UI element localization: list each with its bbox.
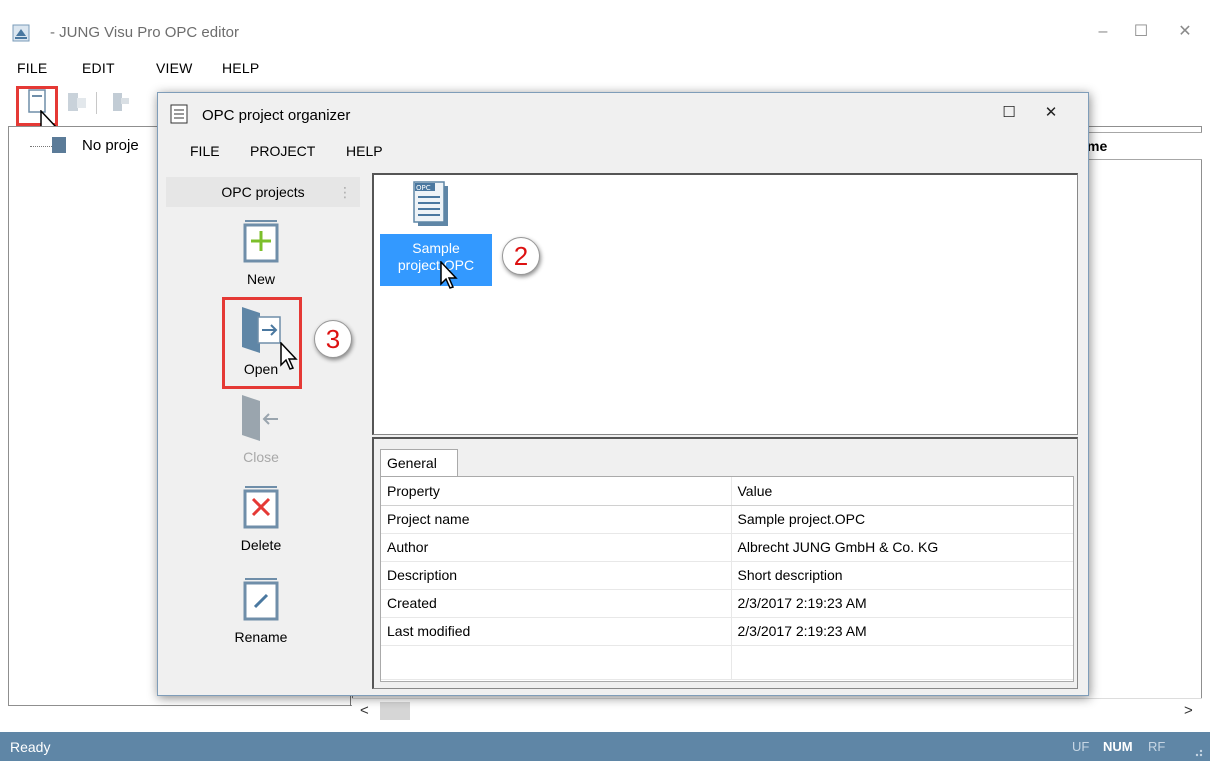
rename-icon (243, 578, 279, 621)
menu-view[interactable]: VIEW (156, 55, 193, 81)
close-label: Close (243, 449, 279, 465)
property-cell: Created (381, 589, 732, 618)
status-num-indicator: NUM (1103, 739, 1133, 754)
rename-label: Rename (234, 629, 288, 645)
resize-grip-icon[interactable] (1190, 744, 1204, 758)
project-name-line2: project.OPC (397, 257, 475, 273)
dialog-menu-file[interactable]: FILE (190, 143, 220, 159)
menu-help[interactable]: HELP (222, 55, 259, 81)
table-row: Author Albrecht JUNG GmbH & Co. KG (381, 533, 1073, 562)
dialog-menu-help[interactable]: HELP (346, 143, 383, 159)
close-project-icon (242, 395, 278, 441)
dialog-title: OPC project organizer (202, 107, 351, 124)
new-project-button[interactable]: New (206, 217, 316, 287)
delete-project-button[interactable]: Delete (206, 483, 316, 553)
window-title: - JUNG Visu Pro OPC editor (50, 24, 239, 41)
callout-2: 2 (502, 237, 540, 275)
callout-3: 3 (314, 320, 352, 358)
menu-edit[interactable]: EDIT (82, 55, 115, 81)
new-label: New (246, 271, 275, 287)
close-project-button: Close (206, 393, 316, 465)
column-header-value[interactable]: Value (731, 477, 1073, 506)
project-organizer-dialog: OPC project organizer ☐ ✕ FILE PROJECT H… (157, 92, 1089, 696)
close-button[interactable]: ✕ (1170, 18, 1200, 46)
open-disabled-icon (68, 93, 86, 111)
property-cell: Project name (381, 505, 732, 534)
new-icon (243, 220, 279, 263)
tree-connector (30, 146, 52, 147)
properties-table: Property Value Project name Sample proje… (380, 476, 1074, 682)
opc-file-icon[interactable]: OPC (412, 180, 450, 228)
maximize-button[interactable]: ☐ (1126, 18, 1156, 46)
table-row: Created 2/3/2017 2:19:23 AM (381, 589, 1073, 618)
delete-icon (243, 486, 279, 529)
property-cell: Description (381, 561, 732, 590)
delete-label: Delete (240, 537, 282, 553)
no-project-label: No proje (82, 137, 139, 154)
opc-file-icon-label: OPC (416, 184, 431, 192)
scroll-thumb[interactable] (380, 702, 410, 720)
sidebar-header-label: OPC projects (221, 184, 305, 200)
horizontal-scrollbar[interactable]: < > (352, 698, 1202, 724)
rename-project-button[interactable]: Rename (206, 575, 316, 645)
table-row: Last modified 2/3/2017 2:19:23 AM (381, 617, 1073, 646)
status-rf-indicator: RF (1148, 739, 1166, 754)
mouse-cursor-icon (280, 342, 298, 370)
title-bar: - JUNG Visu Pro OPC editor – ☐ ✕ (0, 0, 1210, 62)
property-cell: Last modified (381, 617, 732, 646)
scroll-right-arrow-icon[interactable]: > (1184, 702, 1193, 719)
status-uf-indicator: UF (1072, 739, 1090, 754)
column-header-name[interactable]: me (1080, 132, 1202, 160)
tab-general[interactable]: General (380, 449, 458, 477)
value-cell: Sample project.OPC (731, 505, 1073, 534)
menu-file[interactable]: FILE (17, 55, 47, 81)
table-header-row: Property Value (381, 477, 1073, 506)
dialog-maximize-button[interactable]: ☐ (994, 99, 1024, 127)
project-name-line1: Sample (412, 240, 460, 256)
status-bar: Ready UF NUM RF (0, 732, 1210, 761)
grip-icon: ⋮ (338, 184, 352, 200)
project-list-pane: OPC Sample project.OPC 2 (372, 173, 1078, 435)
value-cell: 2/3/2017 2:19:23 AM (731, 589, 1073, 618)
close-project-disabled-icon (113, 93, 129, 111)
project-item-sample[interactable]: Sample project.OPC (380, 234, 492, 286)
app-icon (12, 24, 30, 42)
scroll-left-arrow-icon[interactable]: < (360, 702, 369, 719)
property-cell: Author (381, 533, 732, 562)
column-header-property[interactable]: Property (381, 477, 732, 506)
table-row-empty (381, 645, 1073, 680)
sidebar-header: OPC projects ⋮ (166, 177, 360, 207)
dialog-close-button[interactable]: ✕ (1036, 99, 1066, 127)
value-cell: Albrecht JUNG GmbH & Co. KG (731, 533, 1073, 562)
project-tree-icon (52, 137, 66, 153)
value-cell: 2/3/2017 2:19:23 AM (731, 617, 1073, 646)
dialog-icon (170, 104, 188, 124)
value-cell: Short description (731, 561, 1073, 590)
properties-pane: General Property Value Project name Samp… (372, 437, 1078, 689)
table-row: Description Short description (381, 561, 1073, 590)
status-text: Ready (10, 739, 51, 755)
table-row: Project name Sample project.OPC (381, 505, 1073, 534)
dialog-menu-project[interactable]: PROJECT (250, 143, 315, 159)
mouse-cursor-icon (440, 261, 458, 289)
minimize-button[interactable]: – (1088, 18, 1118, 46)
